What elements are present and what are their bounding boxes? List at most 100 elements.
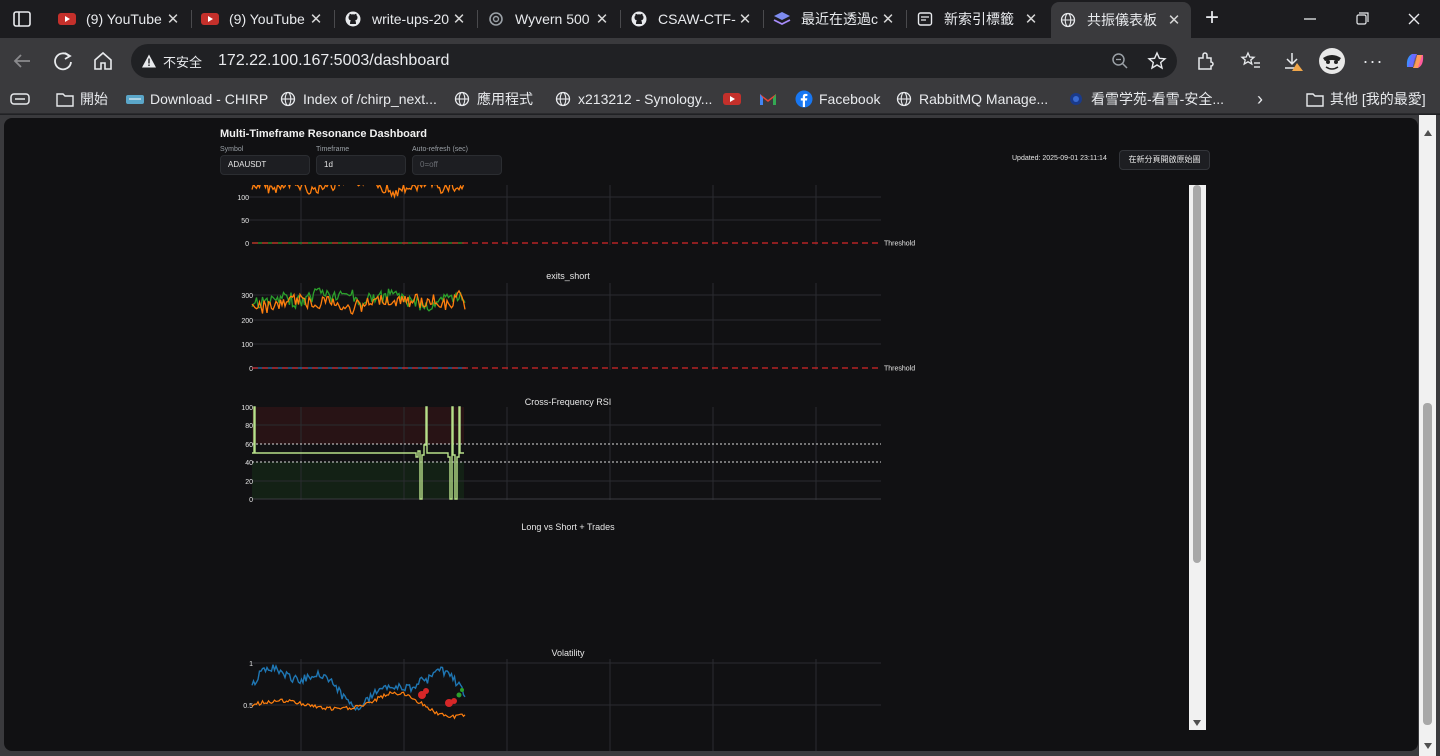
top-tick-0: 0 [245,241,249,248]
tab-separator [191,10,192,28]
bookmarks-overflow-chevron-icon[interactable]: › [1257,88,1263,110]
reload-icon[interactable] [52,50,74,72]
bookmark-item-2[interactable]: Download - CHIRP [126,88,268,110]
tab-title: 新索引標籤 [944,11,1014,27]
chart-scrollbar-thumb[interactable] [1193,185,1201,563]
favorite-star-icon[interactable] [1147,51,1167,71]
tab-6[interactable]: 最近在透過c ✕ [765,4,905,34]
tab-5[interactable]: CSAW-CTF-2 ✕ [622,4,762,34]
home-icon[interactable] [92,50,114,72]
tab-title: 最近在透過c [801,11,878,27]
tab-close-icon[interactable]: ✕ [593,10,611,28]
youtube-icon [201,10,219,28]
globe-icon [554,90,572,108]
page-viewport: Multi-Timeframe Resonance Dashboard Symb… [0,115,1440,756]
long-short-title: Long vs Short + Trades [521,522,615,532]
bookmark-item-9[interactable]: RabbitMQ Manage... [895,88,1048,110]
profile-avatar-icon[interactable] [1318,47,1346,75]
tab-title: CSAW-CTF-2 [658,11,736,27]
bookmark-item-1[interactable]: 開始 [56,88,108,110]
globe-icon [279,90,297,108]
close-window-icon[interactable] [1404,9,1424,29]
copilot-icon[interactable] [1403,49,1427,73]
newtab-icon [916,10,934,28]
tab-7[interactable]: 新索引標籤 ✕ [908,4,1048,34]
extensions-icon[interactable] [1194,50,1216,72]
folder-icon [1306,90,1324,108]
restore-icon[interactable] [1352,9,1372,29]
bookmark-item-8[interactable]: Facebook [795,88,880,110]
tab-title: (9) YouTube [86,11,162,27]
tab-1[interactable]: (9) YouTube ✕ [50,4,190,34]
security-label[interactable]: 不安全 [163,52,202,71]
tab-2[interactable]: (9) YouTube ✕ [193,4,333,34]
youtube-icon [723,90,741,108]
bookmark-item-5[interactable]: x213212 - Synology... [554,88,712,110]
tab-close-icon[interactable]: ✕ [879,10,897,28]
bookmark-item-10[interactable]: 看雪学苑-看雪-安全... [1067,88,1224,110]
volatility-chart: Volatility 1 0.5 [243,648,881,751]
bookmark-other-label: 其他 [我的最愛] [1330,91,1426,107]
tab-close-icon[interactable]: ✕ [450,10,468,28]
tab-close-icon[interactable]: ✕ [164,10,182,28]
bookmark-item-6[interactable] [723,88,747,110]
page-scroll-up-icon[interactable] [1423,125,1433,136]
rsi-tick-40: 40 [245,460,253,467]
symbol-input[interactable]: ADAUSDT [220,155,310,175]
bookmark-item-7[interactable] [759,88,783,110]
exits-short-chart: exits_short 300 200 100 0 Threshold [241,271,915,373]
globe-icon [895,90,913,108]
chirp-icon [126,90,144,108]
top-tick-100: 100 [237,195,249,202]
tab-close-icon[interactable]: ✕ [1165,11,1183,29]
open-new-tab-button[interactable]: 在新分頁開啟原始圖 [1119,150,1210,170]
bookmark-label: Download - CHIRP [150,91,269,107]
tab-title: (9) YouTube [229,11,305,27]
new-tab-plus-icon[interactable]: + [1201,6,1223,30]
bookmark-item-3[interactable]: Index of /chirp_next... [279,88,437,110]
url-text[interactable]: 172.22.100.167:5003/dashboard [218,52,449,70]
minimize-icon[interactable] [1300,9,1320,29]
page-scroll-down-icon[interactable] [1423,738,1433,749]
chart-scroll-down-icon[interactable] [1192,715,1202,726]
tab-4[interactable]: Wyvern 500 ✕ [479,4,619,34]
github-icon [630,10,648,28]
youtube-icon [58,10,76,28]
back-arrow-icon[interactable] [11,50,33,72]
tab-3[interactable]: write-ups-20 ✕ [336,4,476,34]
bookmark-item-4[interactable]: 應用程式 [453,88,533,110]
warning-icon[interactable] [141,53,157,69]
charts-panel[interactable]: 100 50 0 Threshold exits_short 300 200 1… [216,185,1206,751]
dashboard-title: Multi-Timeframe Resonance Dashboard [220,128,428,140]
chart-scrollbar[interactable] [1189,185,1206,730]
tab-separator [620,10,621,28]
tab-8[interactable]: 共振儀表板 ✕ [1051,2,1191,38]
zoom-icon[interactable] [1111,52,1129,70]
exits-threshold-label: Threshold [884,366,915,373]
exits-tick-100: 100 [241,342,253,349]
tab-close-icon[interactable]: ✕ [1022,10,1040,28]
bookmark-label: 看雪学苑-看雪-安全... [1091,91,1224,107]
auto-refresh-input[interactable]: 0=off [412,155,502,175]
stack-icon [773,10,791,28]
favorites-list-icon[interactable] [1240,50,1262,72]
address-bar[interactable]: 不安全 172.22.100.167:5003/dashboard [131,44,1177,78]
vol-tick-0.5: 0.5 [243,703,253,710]
bookmark-other-favorites[interactable]: 其他 [我的最愛] [1306,88,1426,110]
tab-close-icon[interactable]: ✕ [307,10,325,28]
volatility-title: Volatility [551,648,585,658]
timeframe-input[interactable]: 1d [316,155,406,175]
dashboard-page[interactable]: Multi-Timeframe Resonance Dashboard Symb… [4,118,1418,751]
downloads-icon[interactable] [1282,50,1304,72]
more-menu-icon[interactable]: ··· [1362,50,1384,72]
tab-title: write-ups-20 [372,11,450,27]
page-scrollbar-thumb[interactable] [1423,403,1432,725]
bookmark-label: 開始 [80,91,108,107]
globe-icon [453,90,471,108]
tab-close-icon[interactable]: ✕ [736,10,754,28]
sidebar-toggle-icon[interactable] [10,88,30,110]
browser-toolbar: 不安全 172.22.100.167:5003/dashboard ··· [0,38,1440,84]
page-scrollbar[interactable] [1419,115,1436,756]
github-icon [344,10,362,28]
tab-actions-icon[interactable] [12,9,32,29]
